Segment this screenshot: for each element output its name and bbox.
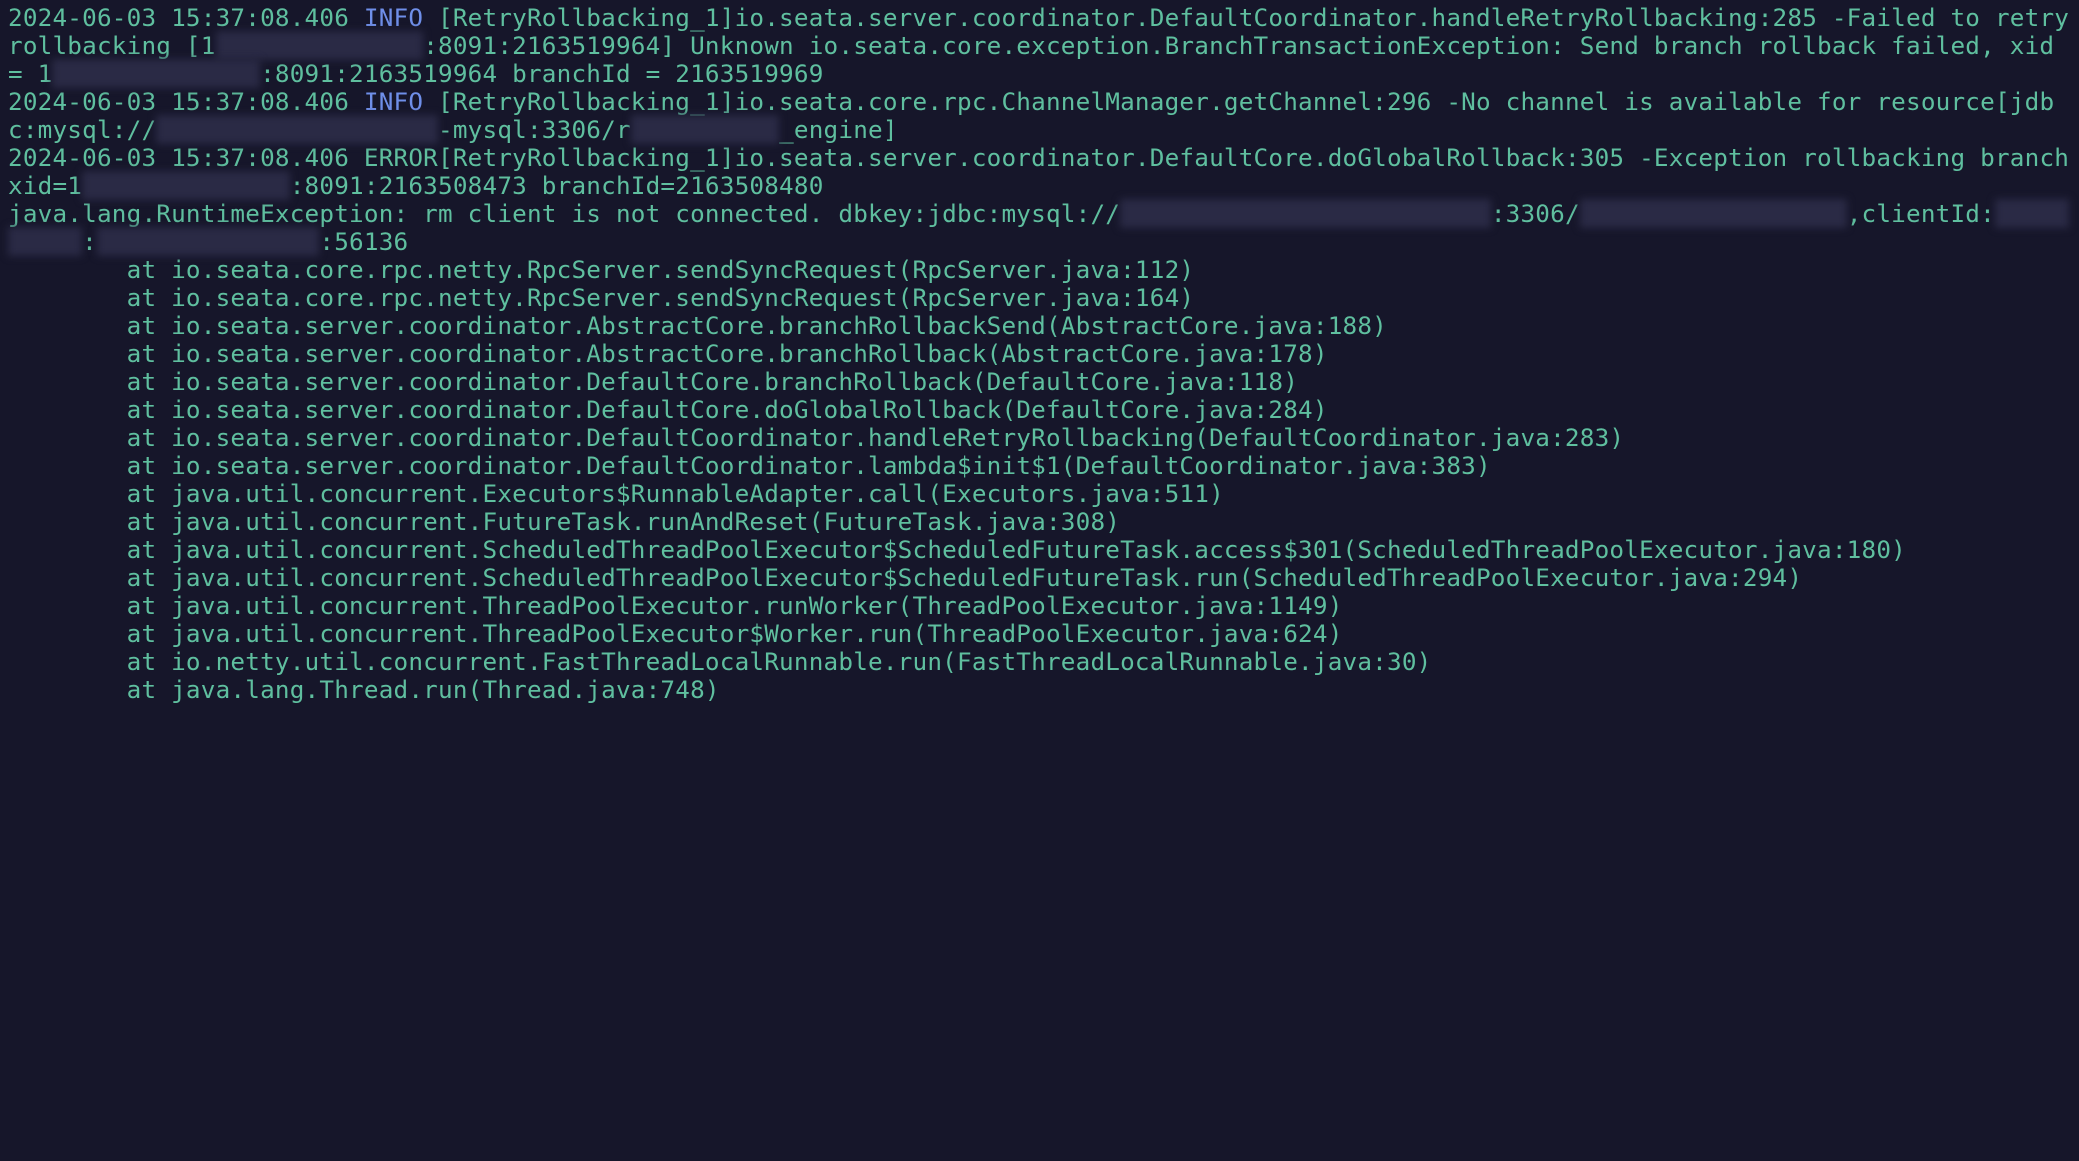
log-level-info: INFO	[364, 87, 423, 116]
log-level-info: INFO	[364, 3, 423, 32]
stack-frame: at io.seata.server.coordinator.DefaultCo…	[8, 423, 1624, 452]
log-msg: :8091:2163519964 branchId = 2163519969	[260, 59, 823, 88]
exception-msg: :56136	[319, 227, 408, 256]
log-thread: [RetryRollbacking_1]	[438, 143, 735, 172]
stack-frame: at io.seata.core.rpc.netty.RpcServer.sen…	[8, 255, 1194, 284]
redacted-db: x_xxxxxxxx	[631, 115, 779, 144]
log-msg: :8091:2163508473 branchId=2163508480	[290, 171, 824, 200]
log-level-error: ERROR	[364, 143, 438, 172]
stack-frame: at io.seata.server.coordinator.DefaultCo…	[8, 451, 1491, 480]
log-timestamp: 2024-06-03 15:37:08.406	[8, 143, 349, 172]
log-line: 2024-06-03 15:37:08.406 INFO [RetryRollb…	[8, 3, 2079, 88]
stack-frame: at java.util.concurrent.ScheduledThreadP…	[8, 535, 1906, 564]
redacted-ip: XX.XXX.XXX.XXX	[216, 31, 424, 60]
redacted-db: xx_xxxxxxxx_xxxxxx	[1580, 199, 1847, 228]
log-line: 2024-06-03 15:37:08.406 ERROR[RetryRollb…	[8, 143, 2079, 200]
redacted-ip: XX.XXX.XXX.XXX	[52, 59, 260, 88]
exception-msg: ,clientId:	[1847, 199, 1995, 228]
redacted-host: xxxxx-xxxx-xxxxx-xx	[156, 115, 438, 144]
log-msg: -mysql:3306/r	[438, 115, 631, 144]
stack-frame: at io.seata.server.coordinator.AbstractC…	[8, 311, 1387, 340]
redacted-ip: XXX.XXX.XXX.XXX	[97, 227, 319, 256]
stack-frame: at io.netty.util.concurrent.FastThreadLo…	[8, 647, 1432, 676]
log-msg: _engine]	[779, 115, 898, 144]
redacted-host: xxxxx-xxxx-xxxxx-xx-xxxxx	[1120, 199, 1491, 228]
stack-frame: at java.util.concurrent.ThreadPoolExecut…	[8, 591, 1343, 620]
stack-frame: at io.seata.server.coordinator.AbstractC…	[8, 339, 1328, 368]
exception-msg: :	[82, 227, 97, 256]
stack-frame: at java.util.concurrent.ThreadPoolExecut…	[8, 619, 1343, 648]
stack-frame: at io.seata.core.rpc.netty.RpcServer.sen…	[8, 283, 1194, 312]
stack-frame: at io.seata.server.coordinator.DefaultCo…	[8, 395, 1328, 424]
exception-msg: :3306/	[1491, 199, 1580, 228]
stack-frame: at java.util.concurrent.FutureTask.runAn…	[8, 507, 1120, 536]
stack-frame: at java.util.concurrent.Executors$Runnab…	[8, 479, 1224, 508]
exception-msg: java.lang.RuntimeException: rm client is…	[8, 199, 1120, 228]
log-thread: [RetryRollbacking_1]	[438, 87, 735, 116]
exception-head: java.lang.RuntimeException: rm client is…	[8, 199, 2069, 256]
stack-frame: at java.lang.Thread.run(Thread.java:748)	[8, 675, 720, 704]
redacted-ip: XX.XXX.XXX.XXX	[82, 171, 290, 200]
log-timestamp: 2024-06-03 15:37:08.406	[8, 3, 349, 32]
log-thread: [RetryRollbacking_1]	[438, 3, 735, 32]
stack-frame: at io.seata.server.coordinator.DefaultCo…	[8, 367, 1298, 396]
log-view[interactable]: 2024-06-03 15:37:08.406 INFO [RetryRollb…	[0, 0, 2079, 708]
log-timestamp: 2024-06-03 15:37:08.406	[8, 87, 349, 116]
log-line: 2024-06-03 15:37:08.406 INFO [RetryRollb…	[8, 87, 2054, 144]
stack-frame: at java.util.concurrent.ScheduledThreadP…	[8, 563, 1802, 592]
